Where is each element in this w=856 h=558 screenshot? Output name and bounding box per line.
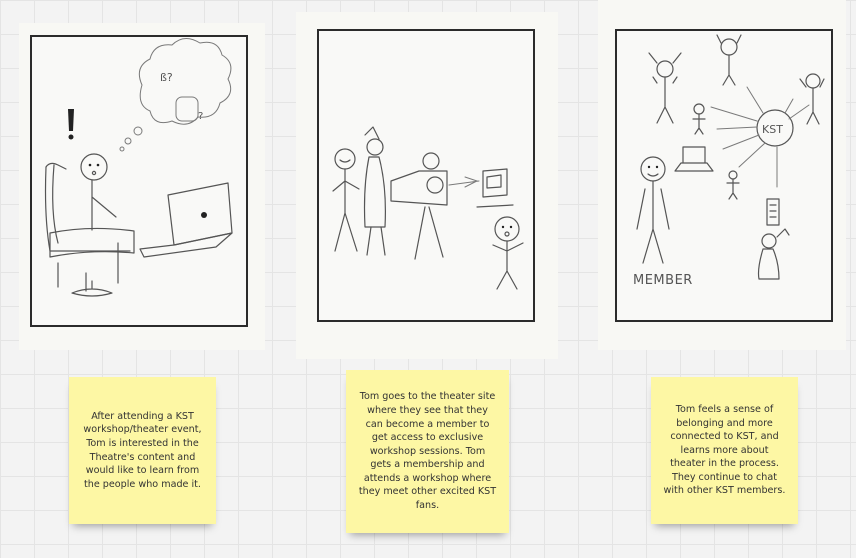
- sketch-frame-2: [317, 29, 535, 322]
- sticky-note-text: Tom goes to the theater site where they …: [358, 391, 497, 512]
- sticky-note-3[interactable]: Tom feels a sense of belonging and more …: [651, 377, 798, 524]
- sketch-tom-thinking: ß? ?: [44, 38, 233, 297]
- hub-label: KST: [762, 123, 783, 136]
- sticky-note-text: Tom feels a sense of belonging and more …: [663, 403, 786, 497]
- sketch-workshop: [332, 126, 524, 290]
- svg-text:ß?: ß?: [160, 71, 173, 84]
- sticky-note-1[interactable]: After attending a KST workshop/theater e…: [69, 377, 216, 524]
- storyboard-card-1[interactable]: ß? ?: [19, 23, 265, 350]
- sketch-community: KST MEMBER: [633, 34, 825, 288]
- svg-text:?: ?: [198, 111, 203, 122]
- storyboard-card-2[interactable]: [296, 12, 558, 359]
- sketch-frame-3: KST MEMBER: [615, 29, 833, 322]
- sticky-note-text: After attending a KST workshop/theater e…: [83, 410, 202, 490]
- sketch-frame-1: ß? ?: [30, 35, 248, 327]
- sticky-note-2[interactable]: Tom goes to the theater site where they …: [346, 370, 509, 533]
- storyboard-card-3[interactable]: KST MEMBER: [598, 0, 846, 350]
- member-label: MEMBER: [633, 273, 693, 288]
